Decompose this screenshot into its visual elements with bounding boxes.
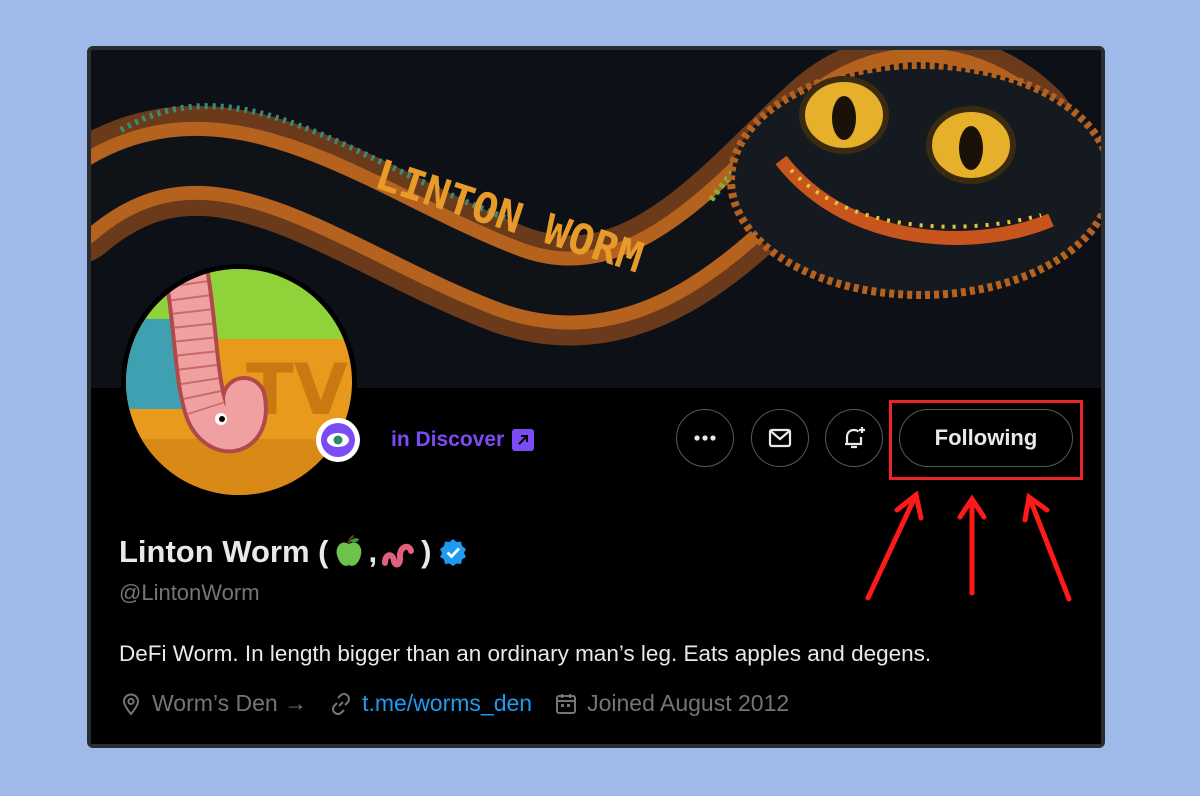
annotation-arrows bbox=[865, 490, 1072, 602]
annotation-arrow-left bbox=[865, 494, 918, 601]
annotation-arrow-right bbox=[1027, 496, 1072, 602]
